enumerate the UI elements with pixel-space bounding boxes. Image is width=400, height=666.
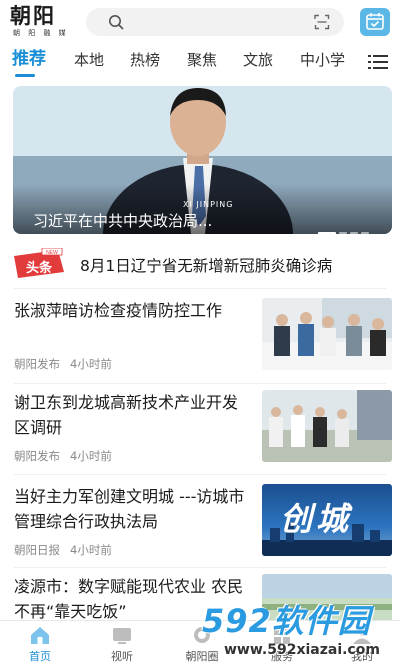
news-meta: 朝阳发布 4小时前 — [14, 356, 112, 372]
divider — [14, 474, 386, 475]
divider — [14, 288, 386, 289]
divider — [14, 567, 386, 568]
tab-local[interactable]: 本地 — [74, 50, 104, 70]
news-item[interactable]: 谢卫东到龙城高新技术产业开发区调研 朝阳发布 4小时前 — [0, 390, 400, 476]
carousel-dot[interactable] — [350, 232, 358, 234]
headline-badge-icon: NEW 头条 — [14, 248, 64, 278]
thumbnail-caption: 创城 — [280, 500, 353, 538]
tab-recommend[interactable]: 推荐 — [12, 49, 46, 69]
news-meta: 朝阳发布 4小时前 — [14, 448, 112, 464]
site-watermark: 592软件园 www.592xiazai.com — [196, 580, 400, 666]
news-source: 朝阳发布 — [14, 449, 60, 463]
calendar-button[interactable] — [360, 8, 390, 36]
category-tabs: 推荐 本地 热榜 聚焦 文旅 中小学 — [0, 44, 400, 80]
headline-text: 8月1日辽宁省无新增新冠肺炎确诊病 — [80, 257, 333, 275]
app-header: 朝阳 朝 阳 融 媒 — [0, 0, 400, 44]
nav-video[interactable]: 视听 — [90, 625, 154, 664]
news-thumbnail — [262, 298, 392, 370]
logo-title: 朝阳 — [10, 3, 56, 28]
news-item[interactable]: 张淑萍暗访检查疫情防控工作 朝阳发布 4小时前 — [0, 298, 400, 384]
search-icon — [109, 15, 124, 30]
calendar-icon — [366, 13, 384, 30]
app-logo[interactable]: 朝阳 朝 阳 融 媒 — [10, 4, 78, 40]
carousel-dot-active[interactable] — [318, 232, 336, 234]
watermark-brand: 592软件园 — [202, 602, 371, 640]
banner-carousel[interactable]: XI JINPING 习近平在中共中央政治局... — [13, 86, 392, 234]
news-time: 4小时前 — [70, 543, 112, 557]
news-thumbnail — [262, 390, 392, 462]
active-tab-indicator — [15, 74, 35, 77]
carousel-indicator — [315, 220, 369, 234]
headline-badge-tag: NEW — [46, 250, 58, 256]
tab-hot[interactable]: 热榜 — [130, 50, 160, 70]
divider — [14, 383, 386, 384]
tab-focus[interactable]: 聚焦 — [187, 50, 217, 70]
carousel-dot[interactable] — [361, 232, 369, 234]
news-item[interactable]: 当好主力军创建文明城 ---访城市管理综合行政执法局 朝阳日报 4小时前 创城 — [0, 484, 400, 570]
tv-icon — [113, 628, 131, 644]
watermark-url: www.592xiazai.com — [224, 642, 380, 658]
nav-label: 首页 — [29, 650, 51, 663]
carousel-dot[interactable] — [339, 232, 347, 234]
news-time: 4小时前 — [70, 357, 112, 371]
scan-icon[interactable] — [314, 14, 330, 30]
nav-home[interactable]: 首页 — [8, 625, 72, 664]
news-meta: 朝阳日报 4小时前 — [14, 542, 112, 558]
nav-label: 视听 — [111, 650, 133, 663]
tab-culture-tourism[interactable]: 文旅 — [243, 50, 273, 70]
news-title: 谢卫东到龙城高新技术产业开发区调研 — [14, 393, 239, 437]
news-source: 朝阳发布 — [14, 357, 60, 371]
news-time: 4小时前 — [70, 449, 112, 463]
news-title: 当好主力军创建文明城 ---访城市管理综合行政执法局 — [14, 487, 245, 531]
headline-strip[interactable]: NEW 头条 8月1日辽宁省无新增新冠肺炎确诊病 — [0, 240, 400, 288]
menu-icon[interactable] — [368, 55, 388, 69]
news-source: 朝阳日报 — [14, 543, 60, 557]
tab-schools[interactable]: 中小学 — [300, 50, 345, 70]
news-title: 张淑萍暗访检查疫情防控工作 — [14, 301, 223, 320]
home-icon — [31, 627, 49, 644]
banner-caption: XI JINPING — [183, 200, 234, 209]
headline-badge-label: 头条 — [26, 260, 53, 276]
search-bar[interactable] — [86, 8, 344, 36]
news-thumbnail: 创城 — [262, 484, 392, 556]
logo-subtitle: 朝 阳 融 媒 — [13, 29, 69, 37]
banner-title: 习近平在中共中央政治局... — [33, 212, 213, 230]
